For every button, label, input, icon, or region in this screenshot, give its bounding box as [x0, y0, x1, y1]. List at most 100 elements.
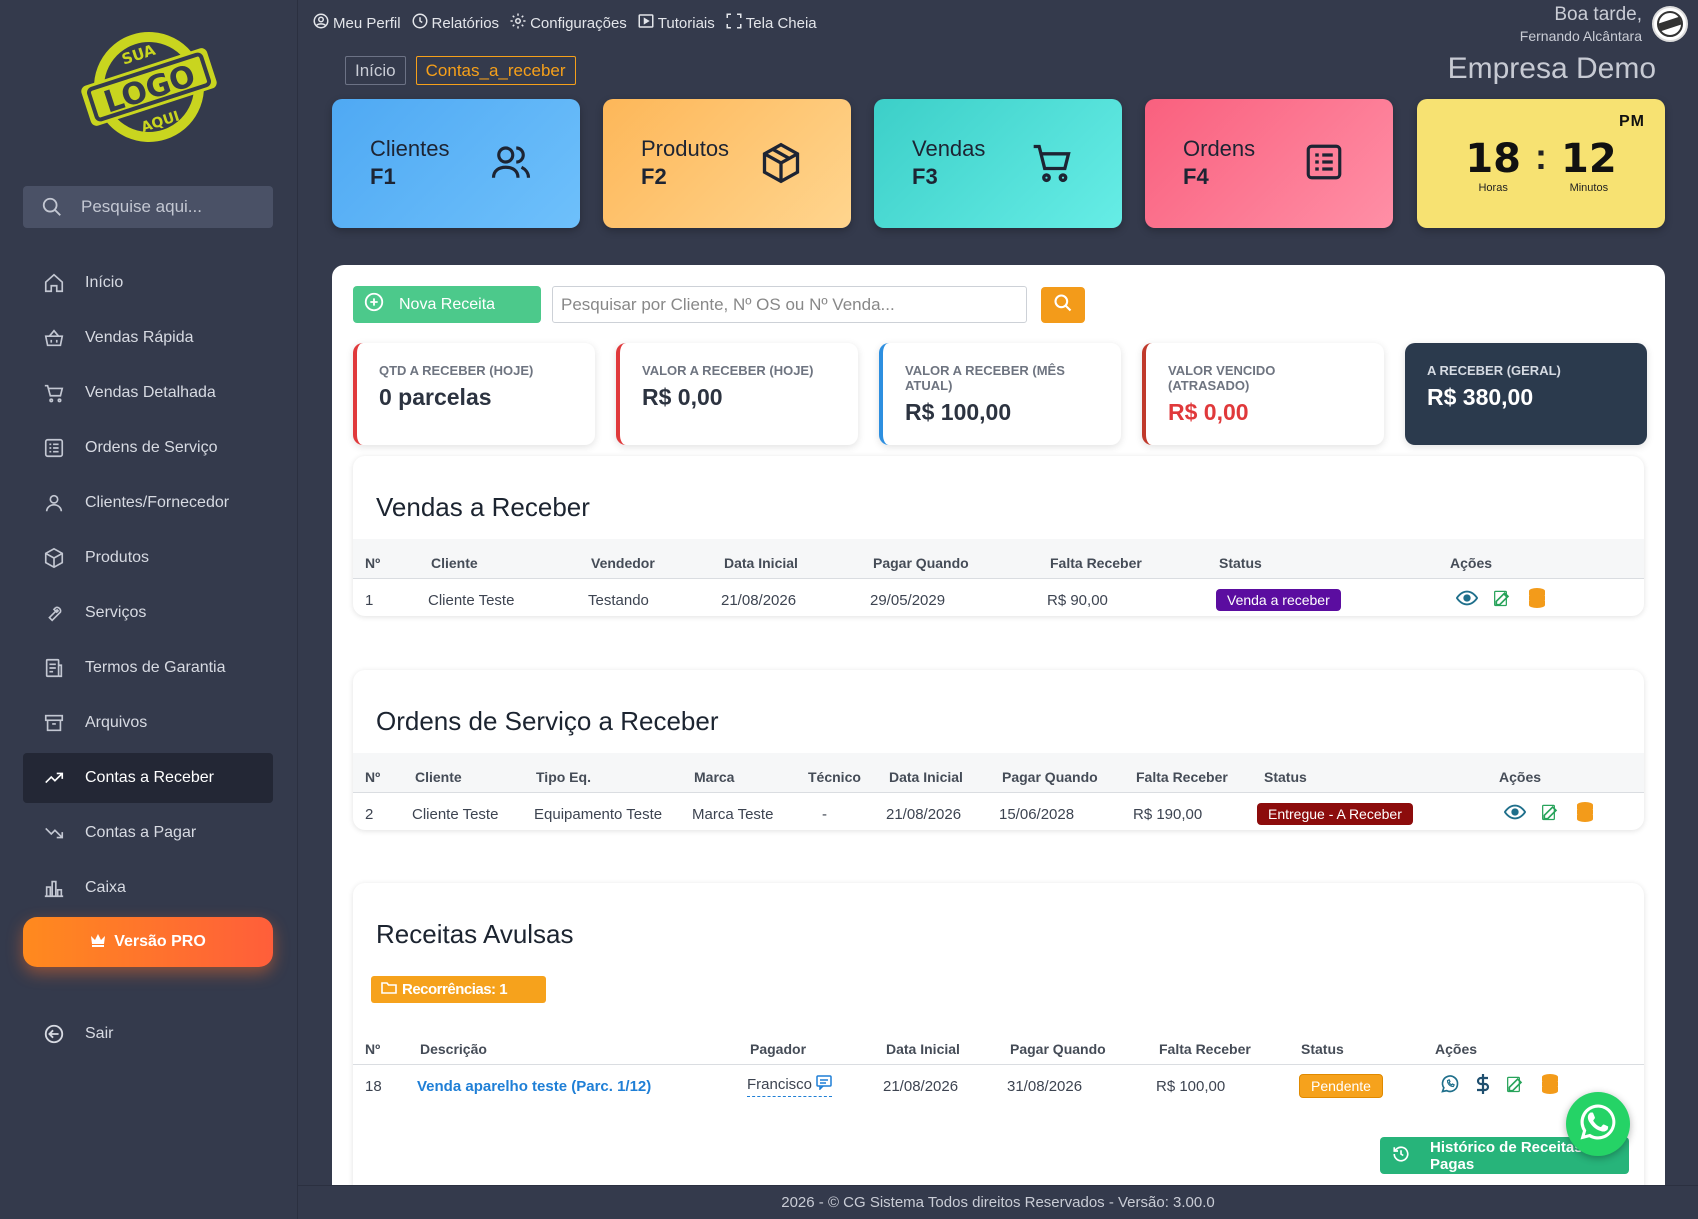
section-title: Vendas a Receber [376, 492, 590, 522]
cart-icon [1030, 141, 1074, 190]
edit-icon[interactable] [1493, 588, 1513, 612]
section-title: Receitas Avulsas [376, 919, 574, 949]
table-row[interactable]: 1 Cliente Teste Testando 21/08/2026 29/0… [353, 579, 1644, 616]
table-row[interactable]: 2 Cliente Teste Equipamento Teste Marca … [353, 793, 1644, 830]
avatar[interactable] [1652, 6, 1688, 42]
user-name: Fernando Alcântara [1519, 28, 1642, 44]
tile-vendas[interactable]: Vendas F3 [874, 99, 1122, 228]
tile-clientes[interactable]: Clientes F1 [332, 99, 580, 228]
sidebar-item-1[interactable]: Início [23, 258, 273, 308]
top-menu-item-5[interactable]: Tela Cheia [725, 12, 817, 34]
sidebar-item-label: Vendas Detalhada [85, 384, 216, 401]
dollar-icon[interactable] [1475, 1073, 1491, 1099]
search-input-placeholder: Pesquisar por Cliente, Nº OS ou Nº Venda… [561, 294, 895, 314]
cell-n: 18 [365, 1077, 382, 1095]
pro-version-button[interactable]: Versão PRO [23, 917, 273, 967]
whatsapp-floating-button[interactable] [1566, 1092, 1630, 1156]
plus-circle-icon [363, 291, 385, 318]
list-icon [23, 437, 85, 459]
recorrencias-label: Recorrências: 1 [402, 981, 508, 998]
sidebar-item-label: Vendas Rápida [85, 329, 194, 346]
coins-icon[interactable] [1576, 801, 1594, 827]
table-row[interactable]: 18 Venda aparelho teste (Parc. 1/12) Fra… [353, 1065, 1644, 1107]
status-badge: Pendente [1299, 1074, 1383, 1098]
sidebar-item-label: Serviços [85, 604, 147, 621]
tile-title: Produtos [641, 136, 730, 161]
sidebar-item-2[interactable]: Vendas Rápida [23, 313, 273, 363]
whatsapp-icon[interactable] [1440, 1074, 1460, 1098]
pagador-link[interactable]: Francisco [747, 1075, 833, 1097]
kpi-card-1: QTD A RECEBER (HOJE) 0 parcelas [353, 343, 595, 445]
breadcrumb-home[interactable]: Início [345, 56, 406, 85]
coins-icon[interactable] [1528, 587, 1546, 613]
descricao-link[interactable]: Venda aparelho teste (Parc. 1/12) [417, 1078, 651, 1095]
receitas-search-input[interactable]: Pesquisar por Cliente, Nº OS ou Nº Venda… [552, 286, 1027, 323]
top-menu-label: Tutoriais [657, 14, 715, 32]
kpi-label: VALOR A RECEBER (HOJE) [642, 363, 814, 378]
sidebar-item-9[interactable]: Arquivos [23, 698, 273, 748]
col-header: Cliente [431, 555, 478, 571]
ordens-section: Ordens de Serviço a Receber Nº Cliente T… [353, 670, 1644, 830]
coins-icon[interactable] [1541, 1073, 1559, 1099]
tile-ordens[interactable]: Ordens F4 [1145, 99, 1393, 228]
kpi-card-3: VALOR A RECEBER (MÊS ATUAL) R$ 100,00 [879, 343, 1121, 445]
gear-icon [509, 12, 527, 34]
top-menu-label: Tela Cheia [745, 14, 817, 32]
sidebar-item-label: Produtos [85, 549, 150, 566]
new-receita-button[interactable]: Nova Receita [353, 286, 541, 323]
play-icon [637, 12, 655, 34]
sidebar-item-3[interactable]: Vendas Detalhada [23, 368, 273, 418]
clock-ampm: PM [1619, 113, 1645, 130]
col-header: Falta Receber [1050, 555, 1142, 571]
sidebar-item-4[interactable]: Ordens de Serviço [23, 423, 273, 473]
top-menu-item-2[interactable]: Relatórios [411, 12, 500, 34]
sidebar-search[interactable]: Pesquise aqui... [23, 186, 273, 228]
clock-separator: : [1535, 136, 1547, 177]
cart-icon [23, 382, 85, 404]
logo[interactable]: LOGO SUA AQUI [78, 28, 220, 146]
sidebar-item-label: Clientes/Fornecedor [85, 494, 230, 511]
kpi-value: R$ 0,00 [642, 384, 723, 410]
sidebar-item-label: Início [85, 274, 124, 291]
cell-data: 21/08/2026 [883, 1077, 959, 1095]
sidebar-item-11[interactable]: Contas a Pagar [23, 808, 273, 858]
recorrencias-button[interactable]: Recorrências: 1 [371, 976, 546, 1003]
cell-marca: Marca Teste [692, 805, 774, 823]
breadcrumb-current[interactable]: Contas_a_receber [415, 56, 576, 85]
search-button[interactable] [1041, 287, 1085, 323]
col-header: Cliente [415, 769, 462, 785]
top-menu-item-4[interactable]: Tutoriais [637, 12, 715, 34]
sidebar-item-7[interactable]: Serviços [23, 588, 273, 638]
sidebar-item-10[interactable]: Contas a Receber [23, 753, 273, 803]
cell-pagar: 31/08/2026 [1007, 1077, 1083, 1095]
top-menu-item-1[interactable]: Meu Perfil [312, 12, 401, 34]
col-header: Status [1264, 769, 1307, 785]
cell-pagar: 15/06/2028 [999, 805, 1075, 823]
tile-produtos[interactable]: Produtos F2 [603, 99, 851, 228]
wrench-icon [23, 602, 85, 624]
edit-icon[interactable] [1506, 1074, 1526, 1098]
col-header: Tipo Eq. [536, 769, 591, 785]
clock-tile: PM 18 Horas : 12 Minutos [1417, 99, 1665, 228]
basket-icon [23, 327, 85, 349]
view-icon[interactable] [1455, 590, 1479, 610]
edit-icon[interactable] [1541, 802, 1561, 826]
table-header: Nº Descrição Pagador Data Inicial Pagar … [353, 1025, 1644, 1065]
logout-button[interactable]: Sair [23, 1009, 273, 1059]
view-icon[interactable] [1503, 804, 1527, 824]
tile-shortcut: F3 [912, 164, 938, 189]
col-header: Pagar Quando [873, 555, 969, 571]
sidebar-item-6[interactable]: Produtos [23, 533, 273, 583]
top-menu-label: Relatórios [431, 14, 500, 32]
kpi-value: 0 parcelas [379, 384, 492, 410]
sidebar-item-12[interactable]: Caixa [23, 863, 273, 913]
sidebar-item-label: Caixa [85, 879, 126, 896]
main-panel: Nova Receita Pesquisar por Cliente, Nº O… [332, 265, 1665, 1185]
sidebar-item-8[interactable]: Termos de Garantia [23, 643, 273, 693]
clock-minutes-label: Minutos [1569, 182, 1609, 194]
col-header: Pagar Quando [1010, 1041, 1106, 1057]
sidebar-item-5[interactable]: Clientes/Fornecedor [23, 478, 273, 528]
top-menu-item-3[interactable]: Configurações [509, 12, 627, 34]
cell-pagar: 29/05/2029 [870, 591, 946, 609]
footer-text: 2026 - © CG Sistema Todos direitos Reser… [781, 1194, 1215, 1211]
